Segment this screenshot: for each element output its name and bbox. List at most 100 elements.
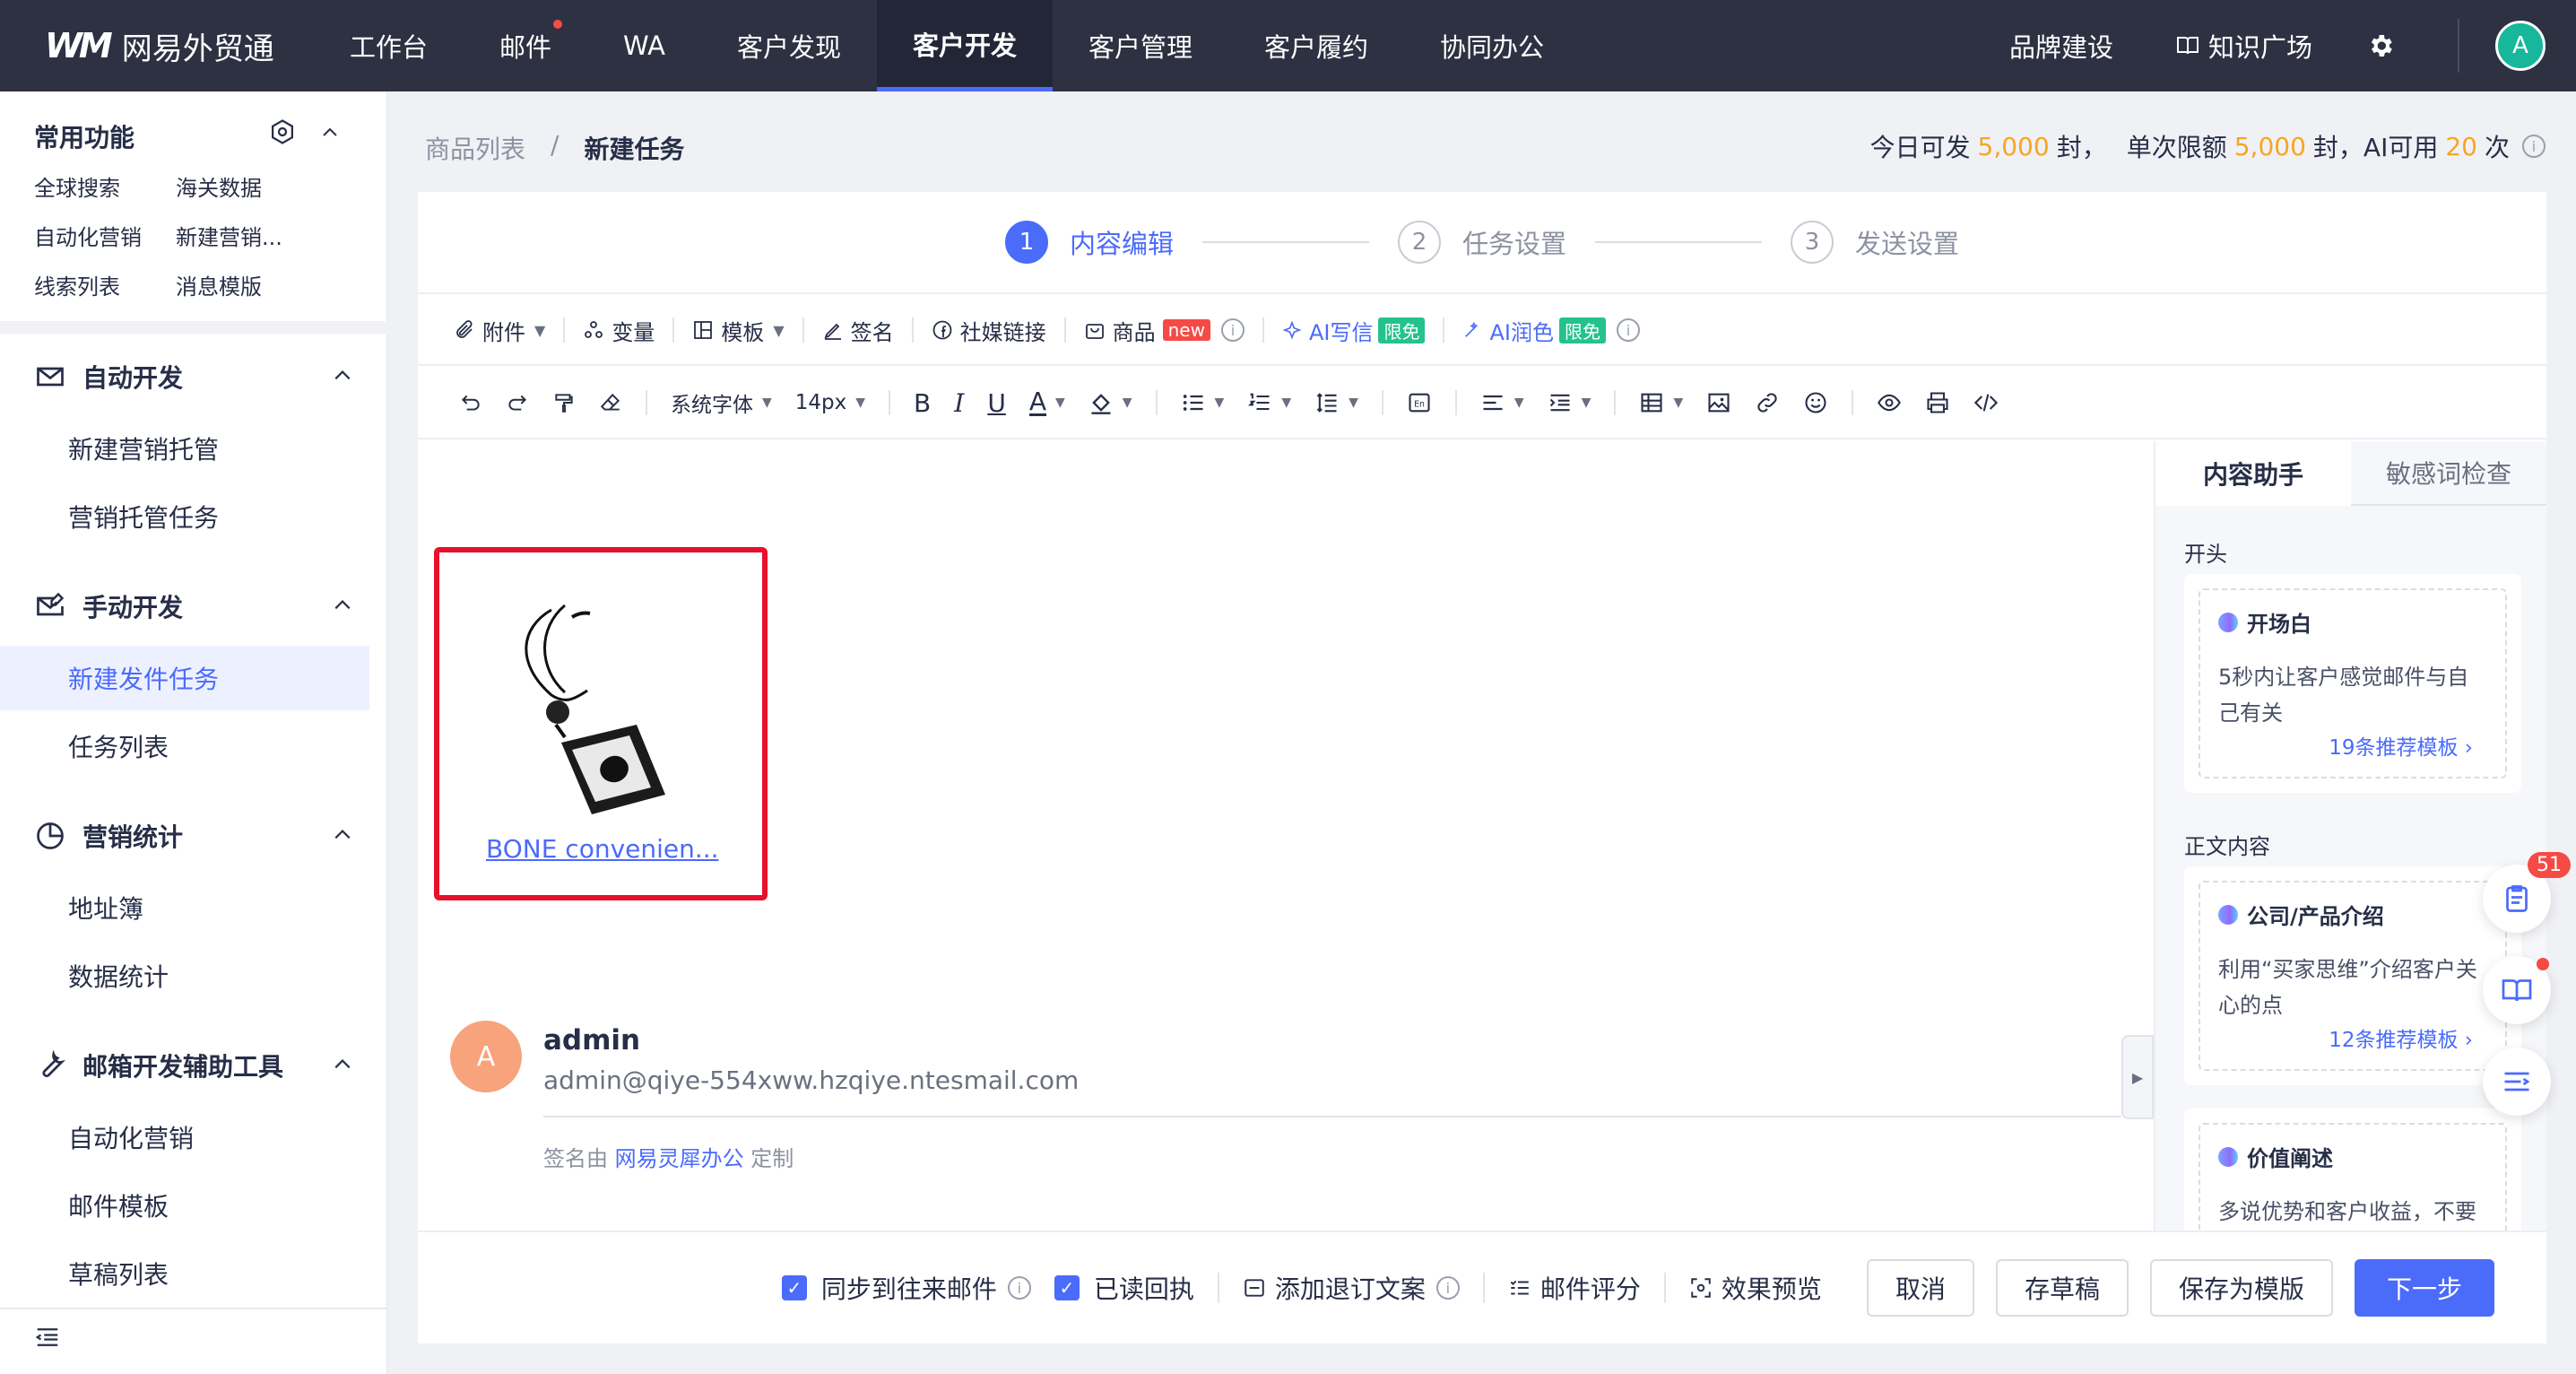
nav-collaboration[interactable]: 协同办公 [1404,0,1580,91]
nav-workbench[interactable]: 工作台 [314,0,464,91]
font-family-select[interactable]: 系统字体 ▼ [671,387,772,418]
group-manual-development[interactable]: 手动开发 [34,588,183,624]
floating-guide-button[interactable] [2483,956,2551,1024]
bullet-list-button[interactable]: ▼ [1181,390,1224,415]
nav-customer-discovery[interactable]: 客户发现 [701,0,877,91]
source-code-button[interactable] [1973,390,1999,415]
ai-polish-button[interactable]: AI润色 限免 i [1462,315,1640,346]
add-unsubscribe-button[interactable]: 添加退订文案 i [1243,1270,1460,1306]
chevron-up-icon[interactable] [333,825,352,845]
product-link[interactable]: BONE convenien... [486,834,719,864]
font-color-button[interactable]: A ▼ [1028,388,1065,416]
sidebar-item-mail-templates[interactable]: 邮件模板 [0,1173,369,1238]
chevron-up-icon[interactable] [333,366,352,386]
highlight-button[interactable]: ▼ [1089,390,1132,415]
cancel-button[interactable]: 取消 [1866,1259,1974,1317]
line-height-button[interactable]: ▼ [1314,390,1358,415]
group-auto-development[interactable]: 自动开发 [34,359,183,395]
sidebar-item-new-marketing-hosting[interactable]: 新建营销托管 [0,416,369,481]
settings-button[interactable] [2339,0,2422,91]
floating-outline-button[interactable] [2483,1048,2551,1116]
signature-credit-link[interactable]: 网易灵犀办公 [615,1146,744,1171]
toggle-panel-button[interactable]: ▶ [2121,1035,2154,1119]
signature-button[interactable]: 签名 [822,315,894,346]
clear-format-button[interactable] [599,391,622,414]
translate-button[interactable]: En [1407,390,1432,415]
preview-button[interactable] [1877,390,1902,415]
chevron-up-icon[interactable] [333,1055,352,1074]
sidebar-item-new-send-task[interactable]: 新建发件任务 [0,646,369,710]
tab-sensitive-words[interactable]: 敏感词检查 [2351,441,2546,506]
variable-button[interactable]: 变量 [583,315,655,346]
italic-button[interactable]: I [954,388,964,418]
quick-lead-list[interactable]: 线索列表 [34,269,120,300]
user-avatar[interactable]: A [2495,21,2546,71]
template-button[interactable]: 模板 ▼ [692,315,785,346]
mail-body-editor[interactable]: BONE convenien... A admin admin@qiye-554… [418,441,2154,1231]
chevron-up-icon[interactable] [321,124,339,142]
chevron-up-icon[interactable] [333,596,352,615]
redo-button[interactable] [506,391,529,414]
numbered-list-button[interactable]: ▼ [1247,390,1291,415]
attachment-button[interactable]: 附件 ▼ [454,315,545,346]
sidebar-item-address-book[interactable]: 地址簿 [0,875,369,940]
quick-new-marketing[interactable]: 新建营销... [176,220,282,251]
nav-wa[interactable]: WA [587,0,701,91]
sync-checkbox[interactable]: ✓ 同步到往来邮件 i [781,1270,1031,1306]
sidebar-item-task-list[interactable]: 任务列表 [0,714,369,778]
step-task-settings[interactable]: 2 任务设置 [1397,221,1566,264]
undo-button[interactable] [459,391,482,414]
nav-customer-management[interactable]: 客户管理 [1053,0,1228,91]
read-receipt-checkbox[interactable]: ✓ 已读回执 [1054,1270,1194,1306]
format-painter-button[interactable] [552,391,576,414]
product-button[interactable]: 商品 new i [1084,315,1245,346]
app-logo[interactable]: WM 网易外贸通 [45,24,314,68]
next-step-button[interactable]: 下一步 [2354,1259,2494,1317]
quick-global-search[interactable]: 全球搜索 [34,170,120,202]
save-as-template-button[interactable]: 保存为模版 [2149,1259,2333,1317]
sidebar-item-automation-marketing[interactable]: 自动化营销 [0,1105,369,1170]
emoji-button[interactable] [1803,390,1828,415]
step-send-settings[interactable]: 3 发送设置 [1791,221,1959,264]
group-mailbox-tools[interactable]: 邮箱开发辅助工具 [34,1048,283,1083]
template-card-opening[interactable]: 开场白 5秒内让客户感觉邮件与自己有关 19条推荐模板 › [2184,574,2521,793]
collapse-sidebar-icon[interactable] [34,1324,61,1351]
info-icon[interactable]: i [1220,318,1245,342]
template-card-value[interactable]: 价值阐述 多说优势和客户收益，不要 [2184,1109,2521,1231]
effect-preview-button[interactable]: 效果预览 [1689,1270,1822,1306]
sidebar-item-marketing-hosting-tasks[interactable]: 营销托管任务 [0,484,369,549]
info-icon[interactable]: i [1616,318,1640,342]
tab-content-assistant[interactable]: 内容助手 [2155,441,2351,506]
template-card-intro[interactable]: 公司/产品介绍 利用“买家思维”介绍客户关心的点 12条推荐模板 › [2184,866,2521,1085]
indent-button[interactable]: ▼ [1548,390,1591,415]
nav-mail[interactable]: 邮件 [464,0,587,91]
nav-customer-development[interactable]: 客户开发 [876,0,1053,91]
table-button[interactable]: ▼ [1639,390,1683,415]
quick-message-template[interactable]: 消息模版 [176,269,262,300]
social-link-button[interactable]: 社媒链接 [932,315,1046,346]
step-content-edit[interactable]: 1 内容编辑 [1004,221,1174,264]
info-icon[interactable]: i [1007,1276,1031,1300]
save-draft-button[interactable]: 存草稿 [1995,1259,2129,1317]
template-card-link[interactable]: 19条推荐模板 › [2329,730,2473,761]
image-button[interactable] [1706,390,1731,415]
template-card-link[interactable]: 12条推荐模板 › [2329,1022,2473,1053]
hexagon-settings-icon[interactable] [269,118,296,145]
group-marketing-stats[interactable]: 营销统计 [34,818,183,854]
quick-customs-data[interactable]: 海关数据 [176,170,262,202]
underline-button[interactable]: U [987,388,1006,418]
ai-write-button[interactable]: AI写信 限免 [1282,315,1426,346]
align-button[interactable]: ▼ [1480,390,1524,415]
quick-automation-marketing[interactable]: 自动化营销 [34,220,142,251]
breadcrumb-product-list[interactable]: 商品列表 [425,130,525,166]
link-button[interactable] [1755,390,1780,415]
font-size-select[interactable]: 14px ▼ [795,391,865,414]
sidebar-item-data-stats[interactable]: 数据统计 [0,944,369,1008]
product-card[interactable]: BONE convenien... [434,547,768,900]
print-button[interactable] [1925,390,1950,415]
nav-knowledge[interactable]: 知识广场 [2149,0,2339,91]
sidebar-item-draft-list[interactable]: 草稿列表 [0,1241,369,1306]
mail-score-button[interactable]: 邮件评分 [1508,1270,1641,1306]
nav-brand[interactable]: 品牌建设 [1973,0,2149,91]
bold-button[interactable]: B [914,388,931,418]
